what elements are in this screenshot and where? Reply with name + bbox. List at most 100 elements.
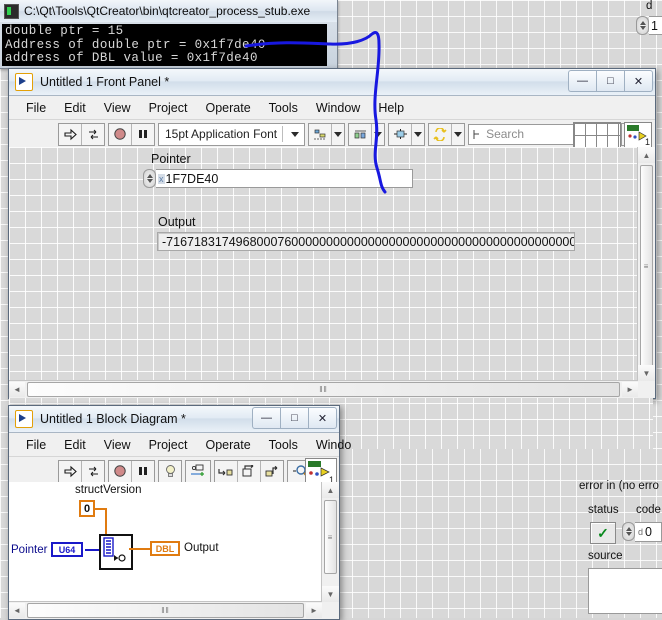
abort-group[interactable] (108, 122, 155, 146)
output-terminal[interactable]: DBL (150, 541, 180, 556)
console-titlebar[interactable]: C:\Qt\Tools\QtCreator\bin\qtcreator_proc… (0, 0, 337, 22)
front-panel-window[interactable]: Untitled 1 Front Panel * — □ ✕ File Edit… (8, 68, 656, 449)
close-button[interactable]: ✕ (308, 407, 337, 429)
front-panel-horizontal-scrollbar[interactable]: ◄ ‖‖ ► (9, 380, 638, 398)
align-dropdown-icon[interactable] (332, 123, 345, 145)
struct-version-constant[interactable]: 0 (79, 500, 95, 517)
pause-icon[interactable] (132, 460, 154, 482)
distribute-dropdown-icon[interactable] (372, 123, 385, 145)
menu-item-project[interactable]: Project (140, 436, 197, 454)
pointer-terminal[interactable]: U64 (51, 542, 83, 557)
block-diagram-horizontal-scrollbar[interactable]: ◄ ‖‖ ► (9, 601, 322, 619)
menu-item-window[interactable]: Windo (307, 436, 360, 454)
retain-wire-values-icon[interactable] (186, 460, 210, 482)
background-numeric-control[interactable]: d 1 (636, 0, 662, 48)
console-window[interactable]: C:\Qt\Tools\QtCreator\bin\qtcreator_proc… (0, 0, 338, 69)
minimize-button[interactable]: — (252, 407, 280, 429)
minimize-button[interactable]: — (568, 70, 596, 92)
pointer-control[interactable]: x 1F7DE40 (143, 169, 413, 188)
front-panel-menubar[interactable]: File Edit View Project Operate Tools Win… (9, 96, 655, 120)
connector-pane[interactable] (573, 122, 621, 148)
block-diagram-window[interactable]: Untitled 1 Block Diagram * — □ ✕ File Ed… (8, 405, 351, 620)
stub-value-field[interactable]: 1 (649, 16, 662, 35)
block-diagram-menubar[interactable]: File Edit View Project Operate Tools Win… (9, 433, 351, 457)
error-in-cluster[interactable]: error in (no erro status code ✓ d 0 sour… (578, 478, 662, 618)
menu-item-help[interactable]: Help (369, 99, 413, 117)
pointer-radix-hex[interactable]: x (158, 173, 165, 184)
resize-dropdown-icon[interactable] (412, 123, 425, 145)
scroll-down-button[interactable]: ▼ (638, 365, 655, 381)
reorder-objects-icon[interactable] (429, 123, 453, 145)
horizontal-scroll-thumb[interactable]: ‖‖ (27, 603, 304, 618)
step-into-icon[interactable] (215, 460, 238, 482)
close-button[interactable]: ✕ (624, 70, 653, 92)
code-increment-decrement[interactable] (622, 522, 635, 541)
scroll-up-button[interactable]: ▲ (322, 482, 339, 498)
front-panel-titlebar[interactable]: Untitled 1 Front Panel * — □ ✕ (9, 69, 655, 96)
run-controls-group[interactable] (58, 459, 105, 483)
output-indicator[interactable]: -716718317496800076000000000000000000000… (157, 232, 575, 251)
menu-item-operate[interactable]: Operate (196, 99, 259, 117)
chevron-down-icon[interactable] (291, 131, 300, 137)
retain-wire-values-group[interactable] (185, 459, 211, 483)
menu-item-view[interactable]: View (95, 99, 140, 117)
align-objects-icon[interactable] (309, 123, 333, 145)
menu-item-operate[interactable]: Operate (196, 436, 259, 454)
source-field[interactable] (588, 568, 662, 614)
front-panel-vertical-scrollbar[interactable]: ▲ ≡ ▼ (637, 147, 655, 381)
run-continuously-icon[interactable] (82, 460, 104, 482)
maximize-button[interactable]: □ (280, 407, 308, 429)
scroll-left-button[interactable]: ◄ (9, 603, 25, 618)
highlight-execution-bulb-icon[interactable] (159, 460, 181, 482)
stub-numeric[interactable]: 1 (636, 16, 662, 35)
vertical-scroll-thumb[interactable]: ≡ (324, 500, 337, 574)
menu-item-window[interactable]: Window (307, 99, 369, 117)
run-controls-group[interactable] (58, 122, 105, 146)
code-radix-decimal[interactable]: d (637, 527, 644, 537)
abort-execution-icon[interactable] (109, 123, 132, 145)
menu-item-file[interactable]: File (17, 436, 55, 454)
block-diagram-titlebar[interactable]: Untitled 1 Block Diagram * — □ ✕ (9, 406, 339, 433)
abort-group[interactable] (108, 459, 155, 483)
error-code-control[interactable]: d 0 (622, 522, 662, 542)
code-value-field[interactable]: d 0 (635, 522, 662, 542)
scroll-right-button[interactable]: ► (622, 382, 638, 397)
resize-grip[interactable] (322, 602, 339, 619)
pause-icon[interactable] (132, 123, 154, 145)
scroll-down-button[interactable]: ▼ (322, 586, 339, 602)
menu-item-tools[interactable]: Tools (260, 99, 307, 117)
reorder-dropdown-icon[interactable] (452, 123, 465, 145)
scroll-right-button[interactable]: ► (306, 603, 322, 618)
menu-item-project[interactable]: Project (140, 99, 197, 117)
block-diagram-canvas[interactable]: structVersion 0 Pointer U64 DBL Output (9, 482, 337, 602)
menu-item-tools[interactable]: Tools (260, 436, 307, 454)
front-panel-canvas[interactable]: Pointer x 1F7DE40 Output -71671831749680… (9, 147, 653, 449)
run-arrow-icon[interactable] (59, 123, 82, 145)
align-objects-group[interactable] (308, 122, 346, 146)
reorder-objects-group[interactable] (428, 122, 466, 146)
distribute-objects-group[interactable] (348, 122, 386, 146)
horizontal-scroll-thumb[interactable]: ‖‖ (27, 382, 620, 397)
status-indicator[interactable]: ✓ (590, 522, 616, 544)
distribute-objects-icon[interactable] (349, 123, 373, 145)
memory-to-value-icon[interactable] (99, 534, 133, 570)
menu-item-file[interactable]: File (17, 99, 55, 117)
run-arrow-icon[interactable] (59, 460, 82, 482)
step-out-icon[interactable] (261, 460, 283, 482)
front-panel-toolbar[interactable]: 15pt Application Font Search 1 (9, 120, 655, 149)
resize-objects-group[interactable] (388, 122, 426, 146)
resize-grip[interactable] (638, 381, 655, 398)
maximize-button[interactable]: □ (596, 70, 624, 92)
menu-item-edit[interactable]: Edit (55, 99, 95, 117)
pointer-value-field[interactable]: x 1F7DE40 (156, 169, 413, 188)
highlight-execution-group[interactable] (158, 459, 182, 483)
scroll-left-button[interactable]: ◄ (9, 382, 25, 397)
step-over-icon[interactable] (238, 460, 261, 482)
scroll-up-button[interactable]: ▲ (638, 147, 655, 163)
step-buttons-group[interactable] (214, 459, 284, 483)
vertical-scroll-thumb[interactable]: ≡ (640, 165, 653, 367)
run-continuously-icon[interactable] (82, 123, 104, 145)
menu-item-edit[interactable]: Edit (55, 436, 95, 454)
font-selector[interactable]: 15pt Application Font (158, 122, 306, 146)
vi-icon-pane[interactable]: 1 (624, 122, 652, 148)
